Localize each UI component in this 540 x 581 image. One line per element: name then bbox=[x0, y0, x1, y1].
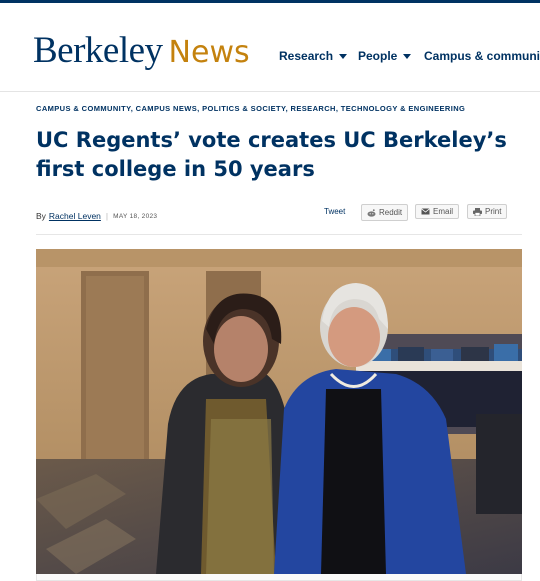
logo-berkeley-text: Berkeley bbox=[33, 30, 163, 71]
article-hero-photo bbox=[36, 249, 522, 574]
article-categories[interactable]: CAMPUS & COMMUNITY, CAMPUS NEWS, POLITIC… bbox=[36, 104, 465, 113]
site-header: Berkeley News Research People Campus & co… bbox=[0, 3, 540, 91]
tweet-label: Tweet bbox=[324, 207, 346, 216]
author-link[interactable]: Rachel Leven bbox=[49, 211, 101, 221]
meta-divider bbox=[36, 234, 522, 235]
photo-caption-area bbox=[36, 574, 522, 581]
tweet-button[interactable]: Tweet bbox=[324, 207, 345, 216]
nav-item-label: People bbox=[358, 49, 398, 63]
reddit-icon bbox=[367, 208, 376, 217]
chevron-down-icon bbox=[403, 53, 412, 59]
chevron-down-icon bbox=[339, 53, 348, 59]
article-headline: UC Regents’ vote creates UC Berkeley’s f… bbox=[36, 128, 507, 181]
nav-item-label: Research bbox=[279, 49, 334, 63]
nav-item-label: Campus & community bbox=[424, 49, 540, 63]
byline-prefix: By bbox=[36, 211, 46, 221]
header-divider bbox=[0, 91, 540, 92]
site-logo[interactable]: Berkeley News bbox=[33, 29, 250, 72]
byline: By Rachel Leven | MAY 18, 2023 bbox=[36, 211, 157, 221]
nav-item-campus-community[interactable]: Campus & community bbox=[424, 49, 540, 63]
logo-news-text: News bbox=[168, 35, 250, 70]
email-share-button[interactable]: Email bbox=[415, 204, 460, 219]
print-label: Print bbox=[485, 207, 502, 216]
byline-separator: | bbox=[105, 211, 109, 221]
email-icon bbox=[421, 208, 430, 215]
print-icon bbox=[473, 207, 482, 216]
print-button[interactable]: Print bbox=[467, 204, 508, 219]
nav-item-people[interactable]: People bbox=[358, 49, 412, 63]
publish-date: MAY 18, 2023 bbox=[113, 212, 158, 220]
nav-item-research[interactable]: Research bbox=[279, 49, 348, 63]
photo-scene bbox=[36, 249, 522, 574]
email-label: Email bbox=[433, 207, 454, 216]
reddit-label: Reddit bbox=[379, 208, 403, 217]
reddit-share-button[interactable]: Reddit bbox=[361, 204, 409, 221]
